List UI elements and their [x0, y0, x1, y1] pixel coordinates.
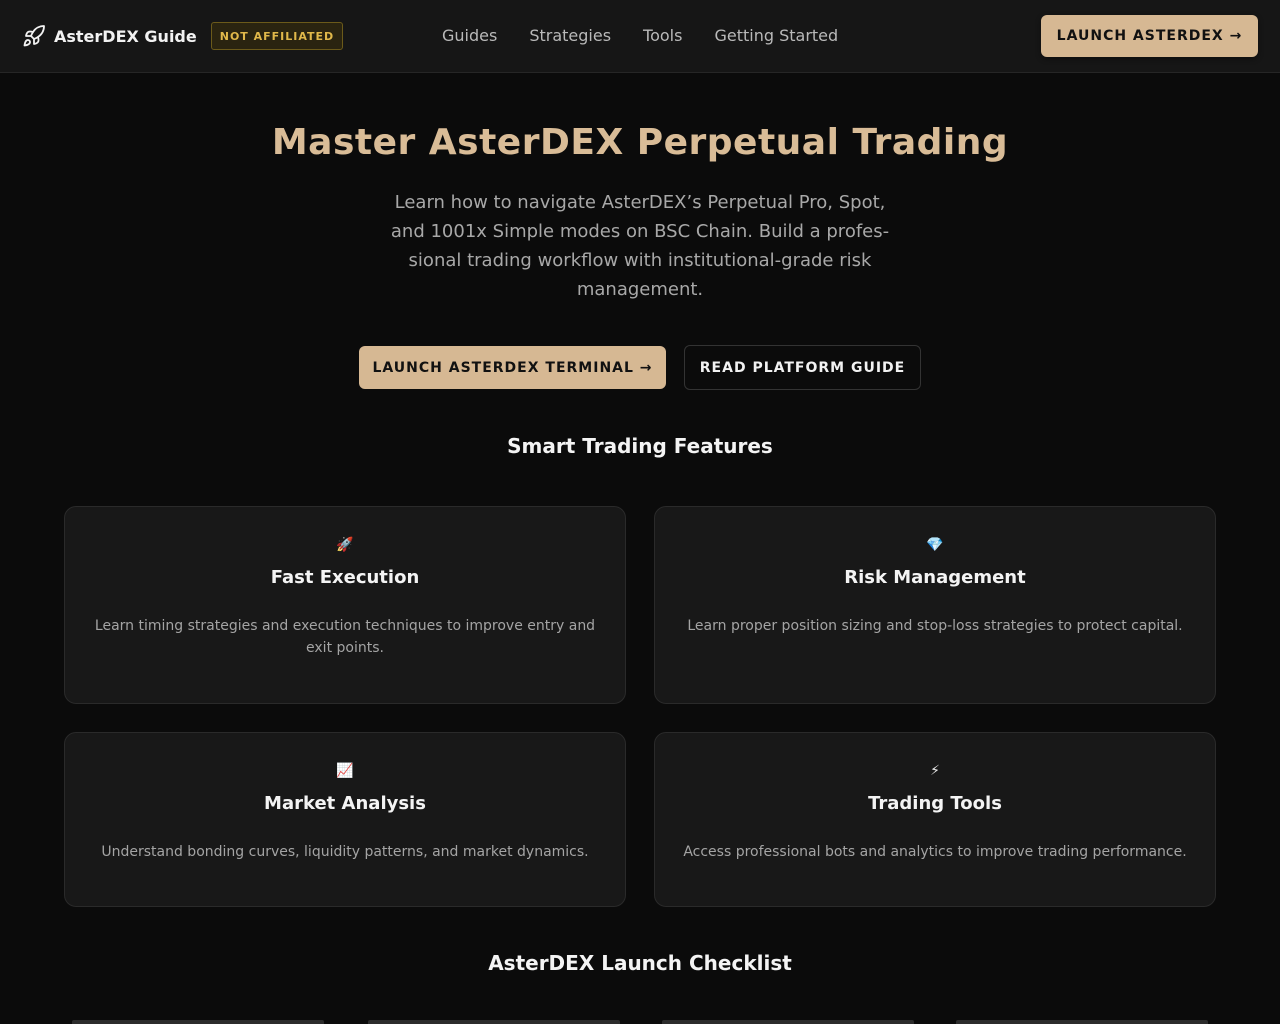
brand[interactable]: AsterDEX Guide NOT AFFILIATED: [22, 22, 344, 50]
feature-card-fast-execution: 🚀 Fast Execution Learn timing strategies…: [64, 506, 626, 704]
card-title: Risk Management: [844, 567, 1026, 588]
read-guide-button[interactable]: READ PLATFORM GUIDE: [684, 345, 921, 390]
card-title: Trading Tools: [868, 793, 1002, 814]
launch-asterdex-button[interactable]: LAUNCH ASTERDEX →: [1041, 15, 1258, 57]
site-header: AsterDEX Guide NOT AFFILIATED Guides Str…: [0, 0, 1280, 73]
hero-title: Master AsterDEX Perpetual Trading: [271, 122, 1009, 163]
brand-name: AsterDEX Guide: [54, 26, 197, 46]
nav-link-tools[interactable]: Tools: [643, 25, 682, 47]
rocket-icon: [23, 25, 45, 47]
nav-link-getting-started[interactable]: Getting Started: [714, 25, 838, 47]
rocket-icon: 🚀: [336, 537, 354, 553]
features-title: Smart Trading Features: [507, 434, 773, 458]
main-nav: Guides Strategies Tools Getting Started: [442, 25, 870, 47]
checklist-card-edge: [956, 1020, 1208, 1024]
card-title: Fast Execution: [270, 567, 420, 588]
checklist-card-edge: [368, 1020, 620, 1024]
card-description: Access professional bots and analytics t…: [683, 844, 1187, 860]
feature-card-risk-management: 💎 Risk Management Learn proper position …: [654, 506, 1216, 704]
nav-link-guides[interactable]: Guides: [442, 25, 497, 47]
card-description: Understand bonding curves, liquidity pat…: [101, 844, 589, 860]
nav-link-strategies[interactable]: Strategies: [529, 25, 611, 47]
card-title: Market Analysis: [264, 793, 426, 814]
card-description: Learn timing strategies and execution te…: [94, 618, 596, 656]
feature-card-trading-tools: ⚡ Trading Tools Access professional bots…: [654, 732, 1216, 907]
checklist-card-edge: [662, 1020, 914, 1024]
hero-subtitle: Learn how to navigate AsterDEX’s Perpetu…: [390, 192, 890, 300]
lightning-icon: ⚡: [930, 763, 940, 779]
launch-terminal-button[interactable]: LAUNCH ASTERDEX TERMINAL →: [359, 346, 666, 389]
checklist-title: AsterDEX Launch Checklist: [488, 951, 792, 975]
chart-up-icon: 📈: [336, 763, 354, 779]
gem-icon: 💎: [926, 537, 944, 553]
feature-card-market-analysis: 📈 Market Analysis Understand bonding cur…: [64, 732, 626, 907]
card-description: Learn proper position sizing and stop-lo…: [687, 618, 1183, 634]
not-affiliated-badge: NOT AFFILIATED: [210, 22, 344, 50]
checklist-card-edge: [72, 1020, 324, 1024]
